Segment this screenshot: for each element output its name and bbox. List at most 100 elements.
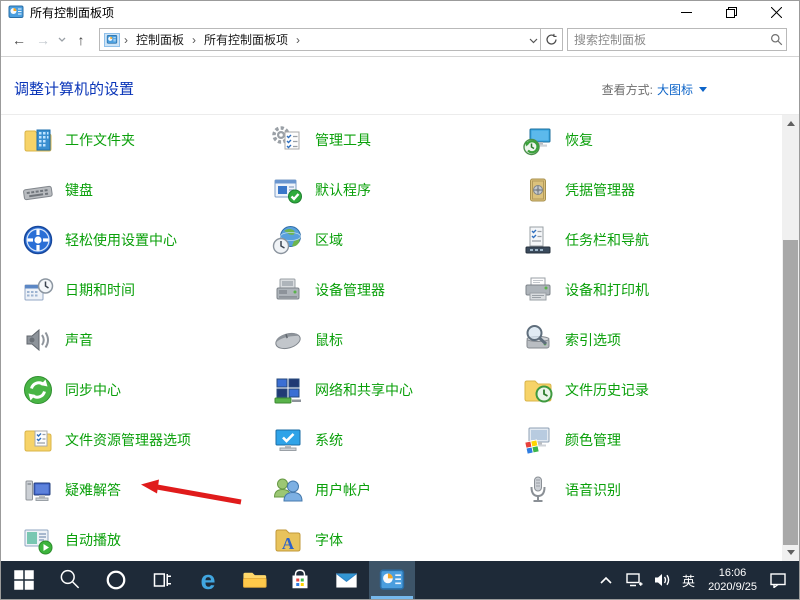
control-panel-item[interactable]: 声音	[21, 315, 251, 365]
control-panel-item[interactable]: 凭据管理器	[521, 165, 751, 215]
taskbar-search-taskbar-button[interactable]	[47, 561, 93, 599]
cortana-taskbar-button[interactable]	[93, 561, 139, 599]
view-by-chevron-icon[interactable]	[699, 87, 707, 92]
scroll-up-button[interactable]	[782, 115, 799, 132]
start-icon	[12, 568, 36, 592]
control-panel-item[interactable]: 系统	[271, 415, 501, 465]
control-panel-item[interactable]: 日期和时间	[21, 265, 251, 315]
control-panel-item-label: 设备管理器	[315, 280, 385, 300]
search-input[interactable]	[568, 33, 766, 47]
control-panel-item[interactable]: 恢复	[521, 115, 751, 165]
control-panel-item[interactable]: 设备管理器	[271, 265, 501, 315]
view-by-value[interactable]: 大图标	[657, 81, 693, 98]
start-taskbar-button[interactable]	[1, 561, 47, 599]
breadcrumb-segment[interactable]: 所有控制面板项	[198, 33, 294, 47]
tray-date: 2020/9/25	[708, 580, 757, 594]
control-panel-item-label: 区域	[315, 230, 343, 250]
file-explorer-taskbar-button[interactable]	[231, 561, 277, 599]
forward-button[interactable]: →	[31, 28, 55, 52]
control-panel-item[interactable]: 文件历史记录	[521, 365, 751, 415]
sound-icon	[21, 323, 55, 357]
control-panel-items-grid: 工作文件夹键盘轻松使用设置中心日期和时间声音同步中心文件资源管理器选项疑难解答自…	[1, 115, 799, 561]
breadcrumb-separator-icon[interactable]: ›	[122, 33, 130, 47]
task-view-taskbar-button[interactable]	[139, 561, 185, 599]
address-bar[interactable]: ›控制面板›所有控制面板项›	[99, 28, 541, 51]
control-panel-taskbar-button[interactable]	[369, 561, 415, 599]
store-icon	[288, 568, 312, 592]
up-button[interactable]: ↑	[69, 28, 93, 52]
refresh-button[interactable]	[541, 28, 563, 51]
sync-center-icon	[21, 373, 55, 407]
breadcrumb-segment[interactable]: 控制面板	[130, 33, 190, 47]
volume-icon[interactable]	[651, 566, 673, 594]
store-taskbar-button[interactable]	[277, 561, 323, 599]
address-dropdown-chevron-icon[interactable]	[529, 31, 538, 49]
search-box	[567, 28, 787, 51]
page-header: 调整计算机的设置 查看方式: 大图标	[1, 57, 799, 115]
control-panel-item[interactable]: 默认程序	[271, 165, 501, 215]
mail-icon	[334, 568, 359, 593]
network-center-icon	[271, 373, 305, 407]
file-explorer-icon	[241, 567, 267, 593]
control-panel-item-label: 鼠标	[315, 330, 343, 350]
control-panel-item-label: 轻松使用设置中心	[65, 230, 177, 250]
default-programs-icon	[271, 173, 305, 207]
mail-taskbar-button[interactable]	[323, 561, 369, 599]
navigation-bar: ← → ↑ ›控制面板›所有控制面板项›	[1, 23, 799, 57]
control-panel-item-label: 自动播放	[65, 530, 121, 550]
scroll-down-button[interactable]	[782, 544, 799, 561]
autoplay-icon	[21, 523, 55, 557]
control-panel-item[interactable]: 颜色管理	[521, 415, 751, 465]
task-view-icon	[150, 568, 174, 592]
minimize-button[interactable]	[664, 1, 709, 23]
restore-button[interactable]	[709, 1, 754, 23]
control-panel-item[interactable]: 同步中心	[21, 365, 251, 415]
control-panel-item[interactable]: 区域	[271, 215, 501, 265]
taskbar: e 英 16:06 2020/9/25	[1, 561, 799, 599]
control-panel-item[interactable]: 索引选项	[521, 315, 751, 365]
breadcrumb-separator-icon[interactable]: ›	[294, 33, 302, 47]
back-button[interactable]: ←	[7, 28, 31, 52]
control-panel-item-label: 疑难解答	[65, 480, 121, 500]
taskbar-navigation-icon	[521, 223, 555, 257]
control-panel-item[interactable]: 工作文件夹	[21, 115, 251, 165]
control-panel-item[interactable]: 疑难解答	[21, 465, 251, 515]
edge-icon: e	[200, 567, 215, 594]
language-indicator[interactable]: 英	[679, 571, 698, 590]
control-panel-item[interactable]: 文件资源管理器选项	[21, 415, 251, 465]
search-icon[interactable]	[766, 33, 786, 46]
clock[interactable]: 16:06 2020/9/25	[704, 566, 761, 595]
tray-chevron-up-icon[interactable]	[595, 566, 617, 594]
network-icon[interactable]	[623, 566, 645, 594]
control-panel-item[interactable]: 键盘	[21, 165, 251, 215]
action-center-icon[interactable]	[767, 566, 789, 594]
control-panel-item[interactable]: 自动播放	[21, 515, 251, 561]
ease-of-access-icon	[21, 223, 55, 257]
control-panel-item[interactable]: 轻松使用设置中心	[21, 215, 251, 265]
vertical-scrollbar[interactable]	[782, 115, 799, 561]
control-panel-item-label: 管理工具	[315, 130, 371, 150]
fonts-icon: A	[271, 523, 305, 557]
scrollbar-thumb[interactable]	[783, 240, 798, 545]
control-panel-item[interactable]: A字体	[271, 515, 501, 561]
control-panel-item[interactable]: 网络和共享中心	[271, 365, 501, 415]
view-by-label: 查看方式:	[602, 81, 653, 98]
troubleshooting-icon	[21, 473, 55, 507]
explorer-options-icon	[21, 423, 55, 457]
breadcrumb-separator-icon[interactable]: ›	[190, 33, 198, 47]
close-button[interactable]	[754, 1, 799, 23]
control-panel-item[interactable]: 任务栏和导航	[521, 215, 751, 265]
edge-taskbar-button[interactable]: e	[185, 561, 231, 599]
control-panel-item-label: 同步中心	[65, 380, 121, 400]
recovery-icon	[521, 123, 555, 157]
control-panel-item[interactable]: 语音识别	[521, 465, 751, 515]
recent-pages-chevron-icon[interactable]	[55, 28, 69, 52]
control-panel-item[interactable]: 用户帐户	[271, 465, 501, 515]
control-panel-item[interactable]: 管理工具	[271, 115, 501, 165]
system-icon	[271, 423, 305, 457]
control-panel-item-label: 任务栏和导航	[565, 230, 649, 250]
control-panel-item[interactable]: 鼠标	[271, 315, 501, 365]
speech-recognition-icon	[521, 473, 555, 507]
breadcrumb: ›控制面板›所有控制面板项›	[122, 31, 302, 49]
control-panel-item[interactable]: 设备和打印机	[521, 265, 751, 315]
